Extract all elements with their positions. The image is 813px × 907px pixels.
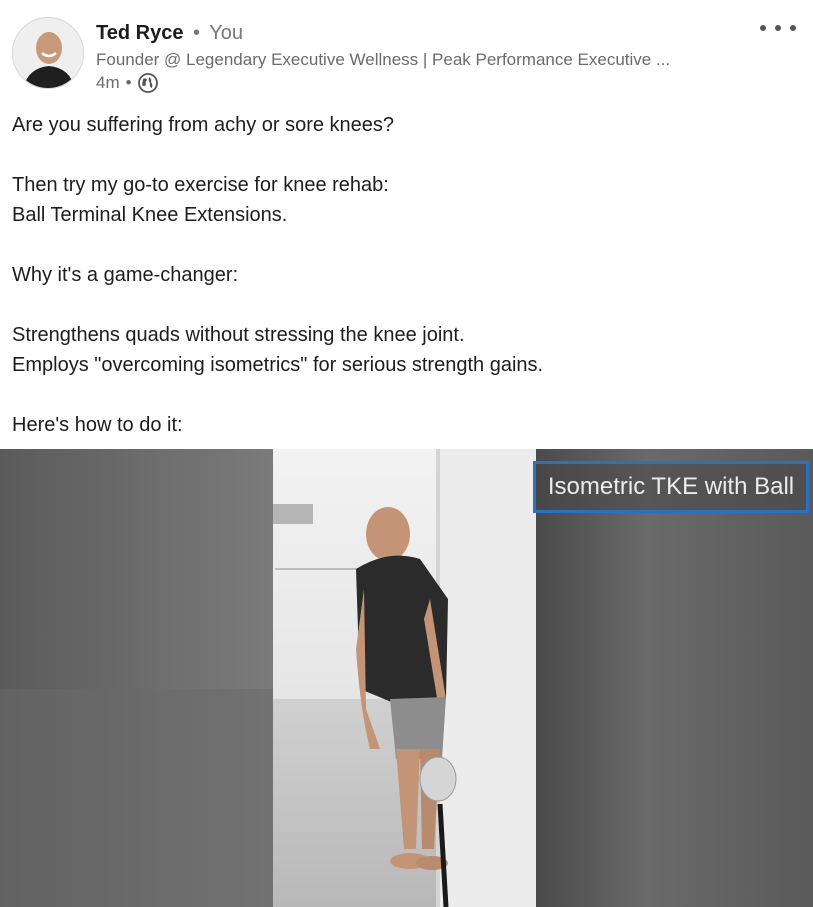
post-text-gap	[12, 380, 802, 410]
globe-icon	[137, 73, 158, 93]
video-overlay-label: Isometric TKE with Ball	[533, 461, 809, 513]
post-text-line: Employs "overcoming isometrics" for seri…	[12, 354, 544, 376]
post-text-line: Ball Terminal Knee Extensions.	[12, 204, 288, 226]
post-text-gap	[12, 140, 802, 170]
time-separator: •	[125, 73, 132, 92]
name-separator: •	[193, 22, 201, 44]
post-text-gap	[12, 290, 802, 320]
post-header: Ted Ryce • You Founder @ Legendary Execu…	[0, 0, 813, 110]
more-options-button[interactable]	[760, 18, 796, 38]
post-text-line: Strengthens quads without stressing the …	[12, 324, 465, 346]
post-meta: 4m •	[96, 72, 158, 94]
more-dot	[775, 25, 781, 31]
post-text-line: Are you suffering from achy or sore knee…	[12, 114, 395, 136]
author-line: Ted Ryce • You	[96, 20, 243, 46]
post-time: 4m	[96, 73, 120, 92]
post-text-gap	[12, 230, 802, 260]
avatar-image	[13, 18, 83, 88]
video-frame	[0, 449, 813, 907]
author-name[interactable]: Ted Ryce	[96, 22, 183, 44]
post-text-line: Why it's a game-changer:	[12, 264, 239, 286]
author-headline: Founder @ Legendary Executive Wellness |…	[96, 50, 671, 69]
post-text-line: Here's how to do it:	[12, 414, 183, 436]
post-body: Are you suffering from achy or sore knee…	[12, 110, 802, 440]
post-text-line: Then try my go-to exercise for knee reha…	[12, 174, 389, 196]
post-video[interactable]: Isometric TKE with Ball	[0, 449, 813, 907]
author-avatar[interactable]	[12, 17, 84, 89]
you-label: You	[209, 22, 243, 44]
more-options-icon	[760, 25, 766, 31]
more-dot	[790, 25, 796, 31]
